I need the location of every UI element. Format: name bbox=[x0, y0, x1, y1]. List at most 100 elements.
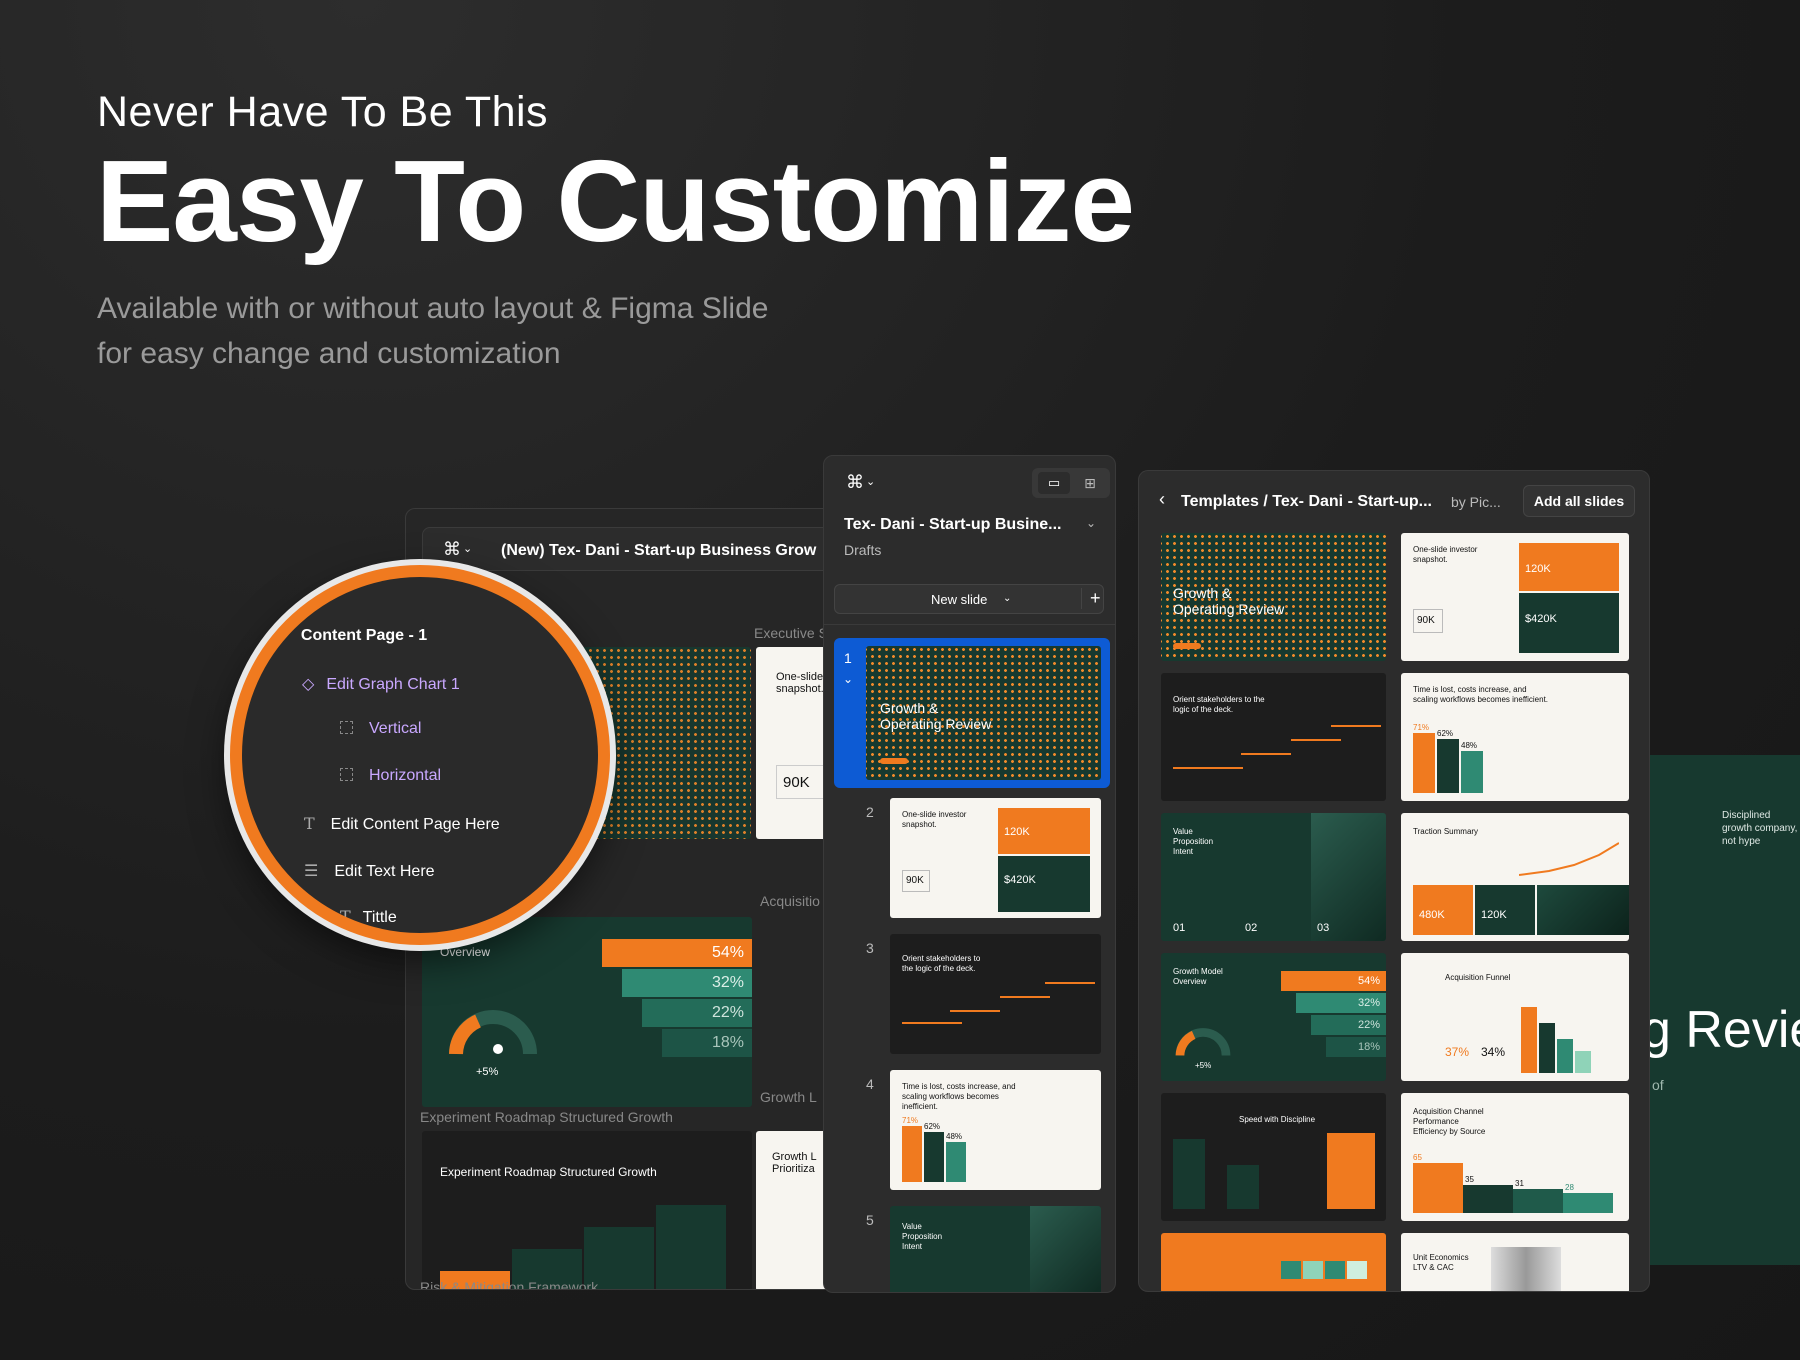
photo-placeholder bbox=[1537, 885, 1629, 935]
chart-bar-71 bbox=[1413, 733, 1435, 793]
layer-row[interactable]: ◇ Edit Graph Chart 1 bbox=[302, 674, 460, 694]
template-thumb[interactable]: One-slide investor snapshot. 120K $420K … bbox=[1401, 533, 1629, 661]
value-card-outline: 90K bbox=[902, 870, 930, 892]
bar-label: 48% bbox=[1461, 741, 1478, 750]
file-location: Drafts bbox=[844, 542, 882, 558]
layer-row[interactable]: ☰ Edit Text Here bbox=[304, 861, 435, 881]
slide-thumb[interactable]: One-slide investor snapshot. 120K $420K … bbox=[890, 798, 1101, 918]
template-title: Acquisition Funnel bbox=[1445, 973, 1511, 982]
cta-pill bbox=[1173, 643, 1201, 649]
back-chevron-icon[interactable]: ‹ bbox=[1159, 489, 1165, 510]
chevron-down-icon[interactable]: ⌄ bbox=[1086, 516, 1096, 530]
bar-label: 71% bbox=[902, 1116, 919, 1125]
slide-title: Value Proposition Intent bbox=[902, 1222, 943, 1251]
canvas-slide[interactable]: Overview 54% 32% 22% 18% +5% bbox=[422, 917, 752, 1107]
template-thumb[interactable]: Acquisition Funnel 37% 34% bbox=[1401, 953, 1629, 1081]
template-thumb[interactable]: Time is lost, costs increase, and scalin… bbox=[1401, 673, 1629, 801]
slides-panel: ⌘ ⌄ ▭ ⊞ Tex- Dani - Start-up Busine... ⌄… bbox=[823, 455, 1116, 1293]
template-title: One-slide investor snapshot. bbox=[1413, 545, 1478, 564]
template-thumb[interactable]: Growth & Operating Review bbox=[1161, 533, 1386, 661]
layer-label: Vertical bbox=[369, 720, 422, 737]
canvas-slide[interactable]: Experiment Roadmap Structured Growth bbox=[422, 1131, 752, 1289]
chart-bar-48 bbox=[946, 1142, 966, 1182]
step-number: 02 bbox=[1245, 922, 1258, 934]
template-thumb[interactable]: Acquisition Channel Performance Efficien… bbox=[1401, 1093, 1629, 1221]
plus-icon[interactable]: + bbox=[1081, 588, 1101, 609]
gauge-value: +5% bbox=[1195, 1061, 1212, 1070]
figma-logo-icon[interactable]: ⌘ bbox=[443, 539, 461, 560]
layer-row[interactable]: Vertical bbox=[340, 720, 421, 738]
channel-value: 31 bbox=[1515, 1179, 1524, 1188]
layer-label: Tittle bbox=[362, 909, 397, 926]
channel-bar bbox=[1413, 1163, 1463, 1213]
layer-row[interactable]: # Content Page - 1 bbox=[278, 627, 427, 645]
timeline-line bbox=[950, 1010, 1000, 1012]
slide-number: 4 bbox=[866, 1076, 874, 1092]
funnel-bar bbox=[1557, 1039, 1573, 1073]
layer-row[interactable]: T Tittle bbox=[340, 907, 397, 927]
slide-thumb[interactable]: Value Proposition Intent bbox=[890, 1206, 1101, 1292]
step-card-orange bbox=[1327, 1133, 1375, 1209]
slide-list-item-selected[interactable]: 1 ⌄ Growth & Operating Review bbox=[834, 638, 1110, 788]
slide-title: Growth & Operating Review bbox=[880, 700, 992, 732]
chart-bar-62 bbox=[924, 1132, 944, 1182]
timeline-line bbox=[902, 1022, 962, 1024]
template-thumb[interactable]: Traction Summary 480K 120K bbox=[1401, 813, 1629, 941]
channel-bar bbox=[1563, 1193, 1613, 1213]
roadmap-title: Experiment Roadmap Structured Growth bbox=[440, 1165, 657, 1179]
new-slide-button[interactable]: New slide ⌄ + bbox=[834, 584, 1104, 614]
section-label: Acquisitio bbox=[760, 893, 820, 909]
template-title: Traction Summary bbox=[1413, 827, 1479, 836]
percent-bar-18: 18% bbox=[662, 1029, 752, 1057]
layer-row[interactable]: T Edit Content Page Here bbox=[304, 814, 500, 834]
single-view-icon[interactable]: ▭ bbox=[1038, 472, 1070, 494]
timeline-line bbox=[1045, 982, 1095, 984]
frame-icon: # bbox=[278, 627, 287, 644]
template-title: Acquisition Channel Performance Efficien… bbox=[1413, 1107, 1486, 1136]
slide-title: Orient stakeholders to the logic of the … bbox=[902, 954, 981, 973]
slide-thumb[interactable]: Orient stakeholders to the logic of the … bbox=[890, 934, 1101, 1054]
add-all-slides-button[interactable]: Add all slides bbox=[1523, 485, 1635, 517]
template-thumb[interactable]: Orient stakeholders to the logic of the … bbox=[1161, 673, 1386, 801]
text-icon: T bbox=[304, 814, 315, 833]
template-thumb[interactable]: Growth Model Overview 54% 32% 22% 18% +5… bbox=[1161, 953, 1386, 1081]
divider bbox=[824, 624, 1115, 625]
file-name[interactable]: Tex- Dani - Start-up Busine... bbox=[844, 516, 1062, 534]
funnel-value: 34% bbox=[1481, 1045, 1506, 1059]
slide-thumb[interactable]: Time is lost, costs increase, and scalin… bbox=[890, 1070, 1101, 1190]
template-thumb[interactable]: Speed with Discipline bbox=[1161, 1093, 1386, 1221]
layer-magnifier: # Content Page - 1 ◇ Edit Graph Chart 1 Ve… bbox=[230, 565, 610, 945]
bar-label: 62% bbox=[924, 1122, 941, 1131]
grid-cell bbox=[1303, 1261, 1323, 1279]
template-thumb[interactable]: Unit Economics LTV & CAC bbox=[1401, 1233, 1629, 1291]
timeline-line bbox=[1331, 725, 1381, 727]
grid-view-icon[interactable]: ⊞ bbox=[1076, 472, 1104, 494]
roadmap-label: Experiment Roadmap Structured Growth bbox=[420, 1109, 673, 1125]
new-slide-label: New slide bbox=[931, 592, 988, 607]
chevron-down-icon[interactable]: ⌄ bbox=[866, 475, 875, 488]
layer-row[interactable]: Horizontal bbox=[340, 767, 441, 785]
right-preview-slide: Disciplined growth company, not hype g R… bbox=[1650, 755, 1800, 1265]
autolayout-icon: ☰ bbox=[304, 863, 319, 880]
component-icon: ◇ bbox=[302, 676, 315, 693]
figma-logo-icon[interactable]: ⌘ bbox=[846, 472, 864, 493]
slide-title: Time is lost, costs increase, and scalin… bbox=[902, 1082, 1016, 1111]
chevron-down-icon[interactable]: ⌄ bbox=[463, 542, 472, 555]
roadmap-step bbox=[656, 1205, 726, 1289]
value-card-green: $420K bbox=[1519, 593, 1619, 653]
template-title: Unit Economics LTV & CAC bbox=[1413, 1253, 1469, 1272]
step-number: 03 bbox=[1317, 922, 1330, 934]
template-thumb[interactable]: Value Proposition Intent 01 02 03 bbox=[1161, 813, 1386, 941]
slide-number: 3 bbox=[866, 940, 874, 956]
template-title: Value Proposition Intent bbox=[1173, 827, 1214, 856]
hero-title: Easy To Customize bbox=[96, 136, 1135, 266]
value-card-orange: 120K bbox=[1519, 543, 1619, 591]
percent-bar-32: 32% bbox=[622, 969, 752, 997]
template-thumb[interactable] bbox=[1161, 1233, 1386, 1291]
grid-cell bbox=[1325, 1261, 1345, 1279]
preview-small-text: of bbox=[1652, 1077, 1664, 1093]
channel-value: 28 bbox=[1565, 1183, 1574, 1192]
layer-label: Edit Graph Chart 1 bbox=[326, 676, 460, 693]
timeline-line bbox=[1241, 753, 1291, 755]
percent-bar-54: 54% bbox=[1281, 971, 1386, 991]
